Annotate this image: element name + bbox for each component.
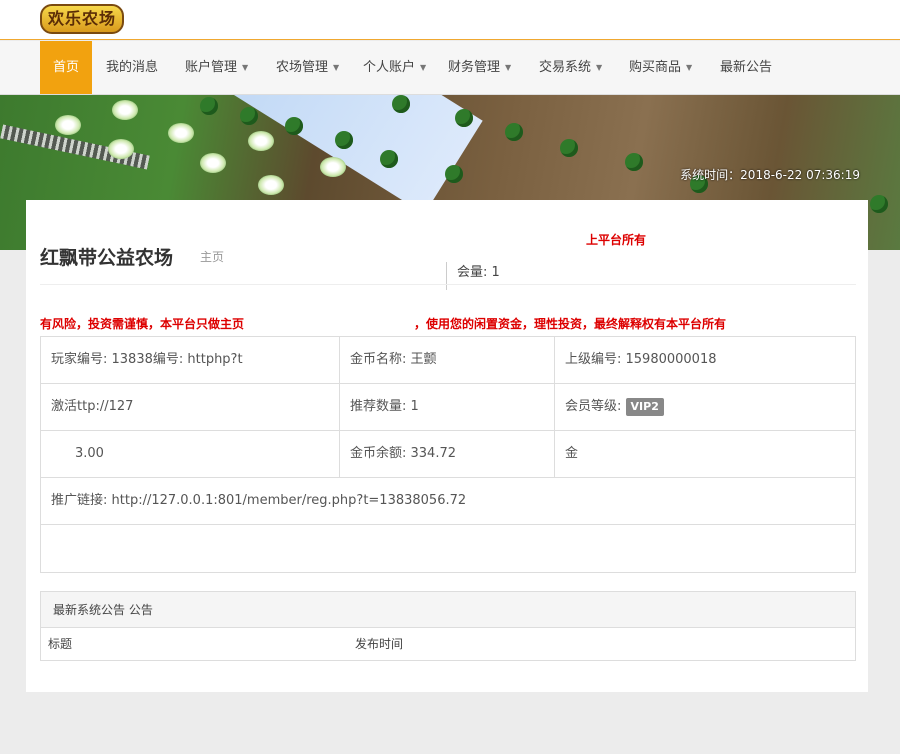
- page-subtitle: 主页: [200, 250, 225, 264]
- cauliflower-icon: [108, 139, 134, 159]
- member-level-label: 会员等级:: [565, 399, 622, 414]
- column-title: 标题: [48, 637, 73, 651]
- nav-farm-management[interactable]: 农场管理 ▼: [276, 41, 339, 94]
- referral-count: 推荐数量: 1: [340, 384, 555, 430]
- empty-row: [41, 525, 855, 572]
- deposit-amount: 3.00: [41, 431, 340, 477]
- promo-link[interactable]: 推广链接: http://127.0.0.1:801/member/reg.ph…: [41, 478, 855, 524]
- coin-balance: 金币余额: 334.72: [340, 431, 555, 477]
- tree-icon: [285, 117, 303, 135]
- activation-link[interactable]: 激活ttp://127: [41, 384, 340, 430]
- nav-finance-management[interactable]: 财务管理 ▼: [448, 41, 511, 94]
- tree-icon: [380, 150, 398, 168]
- account-info-table: 玩家编号: 13838编号: httphp?t 金币名称: 王颤 上级编号: 1…: [40, 336, 856, 573]
- tree-icon: [455, 109, 473, 127]
- nav-personal-account[interactable]: 个人账户 ▼: [363, 41, 426, 94]
- chevron-down-icon: ▼: [420, 63, 427, 72]
- nav-buy-goods[interactable]: 购买商品 ▼: [629, 41, 692, 94]
- chevron-down-icon: ▼: [686, 63, 693, 72]
- cauliflower-icon: [248, 131, 274, 151]
- tree-icon: [505, 123, 523, 141]
- tree-icon: [560, 139, 578, 157]
- upline-number: 上级编号: 15980000018: [565, 352, 717, 367]
- tree-icon: [240, 107, 258, 125]
- table-row: 玩家编号: 13838编号: httphp?t 金币名称: 王颤 上级编号: 1…: [41, 337, 855, 384]
- chevron-down-icon: ▼: [505, 63, 512, 72]
- notices-header-row: 标题 发布时间: [41, 628, 855, 660]
- nav-home[interactable]: 首页: [40, 41, 93, 94]
- nav-latest-announcements[interactable]: 最新公告: [720, 41, 772, 94]
- table-row: [41, 525, 855, 572]
- cauliflower-icon: [200, 153, 226, 173]
- chevron-down-icon: ▼: [596, 63, 603, 72]
- page-title: 红飘带公益农场: [40, 247, 174, 269]
- table-row: 激活ttp://127 推荐数量: 1 会员等级: VIP2: [41, 384, 855, 431]
- coin-name: 金币名称: 王颤: [340, 337, 555, 383]
- vip-badge: VIP2: [625, 398, 664, 416]
- site-logo[interactable]: 欢乐农场: [40, 4, 125, 34]
- cauliflower-icon: [112, 100, 138, 120]
- chevron-down-icon: ▼: [333, 63, 340, 72]
- member-level: 会员等级: VIP2: [555, 384, 855, 430]
- tree-icon: [445, 165, 463, 183]
- tree-icon: [335, 131, 353, 149]
- system-notices: 最新系统公告 公告 标题 发布时间: [40, 591, 856, 661]
- main-nav: 首页 我的消息 账户管理 ▼ 农场管理 ▼ 个人账户 ▼ 财务管理 ▼ 交易系统 ▼ 购买…: [0, 41, 900, 95]
- tree-icon: [392, 95, 410, 113]
- table-row: 3.00 金币余额: 334.72 金: [41, 431, 855, 478]
- system-time: 系统时间：2018-6-22 07:36:19: [680, 168, 860, 182]
- main-panel: 红飘带公益农场 主页 上平台所有 会量: 1 有风险，投资需谨慎，本平台只做主页…: [26, 200, 868, 692]
- top-notice: 上平台所有: [586, 233, 647, 247]
- column-publish-time: 发布时间: [355, 637, 404, 651]
- risk-warning: 有风险，投资需谨慎，本平台只做主页 ，使用您的闲置资金，理性投资，最终解释权有本平…: [40, 317, 727, 331]
- member-count: 会量: 1: [446, 262, 500, 290]
- chevron-down-icon: ▼: [242, 63, 249, 72]
- nav-trading-system[interactable]: 交易系统 ▼: [539, 41, 602, 94]
- top-bar: 欢乐农场: [0, 0, 900, 40]
- notices-heading: 最新系统公告 公告: [41, 592, 855, 628]
- tree-icon: [200, 97, 218, 115]
- player-number: 玩家编号: 13838编号: httphp?t: [41, 337, 340, 383]
- tree-icon: [625, 153, 643, 171]
- other-field: 金: [565, 446, 579, 461]
- cauliflower-icon: [55, 115, 81, 135]
- cauliflower-icon: [168, 123, 194, 143]
- divider: [40, 284, 856, 285]
- cauliflower-icon: [258, 175, 284, 195]
- nav-my-messages[interactable]: 我的消息: [106, 41, 158, 94]
- table-row: 推广链接: http://127.0.0.1:801/member/reg.ph…: [41, 478, 855, 525]
- nav-account-management[interactable]: 账户管理 ▼: [185, 41, 248, 94]
- cauliflower-icon: [320, 157, 346, 177]
- tree-icon: [870, 195, 888, 213]
